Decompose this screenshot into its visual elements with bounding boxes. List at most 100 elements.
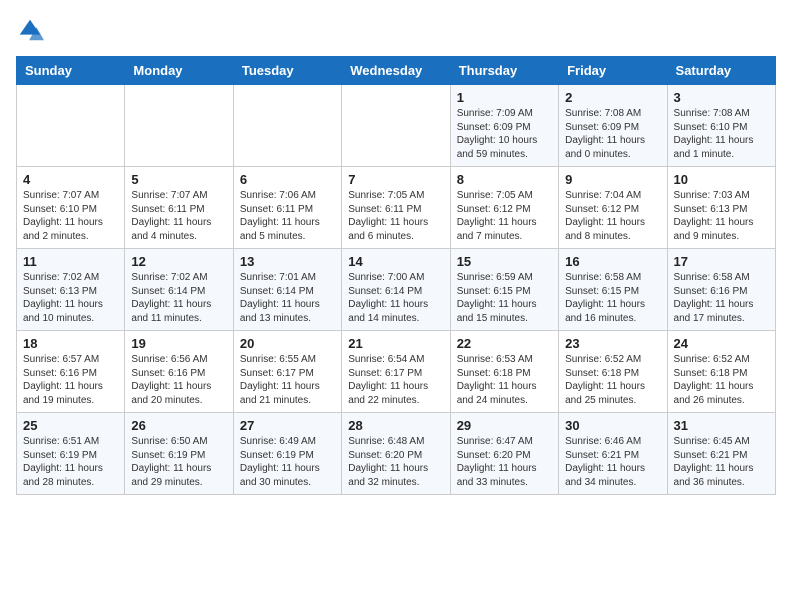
day-number: 15 <box>457 254 552 269</box>
day-number: 19 <box>131 336 226 351</box>
calendar-cell: 3 Sunrise: 7:08 AM Sunset: 6:10 PM Daylig… <box>667 85 775 167</box>
day-detail: Sunrise: 6:58 AM Sunset: 6:16 PM Dayligh… <box>674 271 769 325</box>
day-number: 30 <box>565 418 660 433</box>
day-number: 26 <box>131 418 226 433</box>
calendar-cell: 18 Sunrise: 6:57 AM Sunset: 6:16 PM Dayli… <box>17 331 125 413</box>
day-detail: Sunrise: 6:53 AM Sunset: 6:18 PM Dayligh… <box>457 353 552 407</box>
day-number: 23 <box>565 336 660 351</box>
day-number: 4 <box>23 172 118 187</box>
calendar-cell: 22 Sunrise: 6:53 AM Sunset: 6:18 PM Dayli… <box>450 331 558 413</box>
day-detail: Sunrise: 7:02 AM Sunset: 6:14 PM Dayligh… <box>131 271 226 325</box>
day-detail: Sunrise: 7:07 AM Sunset: 6:11 PM Dayligh… <box>131 189 226 243</box>
calendar-cell: 23 Sunrise: 6:52 AM Sunset: 6:18 PM Dayli… <box>559 331 667 413</box>
day-number: 11 <box>23 254 118 269</box>
day-number: 6 <box>240 172 335 187</box>
day-number: 10 <box>674 172 769 187</box>
day-detail: Sunrise: 6:52 AM Sunset: 6:18 PM Dayligh… <box>565 353 660 407</box>
calendar-cell: 30 Sunrise: 6:46 AM Sunset: 6:21 PM Dayli… <box>559 413 667 495</box>
day-detail: Sunrise: 7:04 AM Sunset: 6:12 PM Dayligh… <box>565 189 660 243</box>
day-detail: Sunrise: 7:03 AM Sunset: 6:13 PM Dayligh… <box>674 189 769 243</box>
day-detail: Sunrise: 7:02 AM Sunset: 6:13 PM Dayligh… <box>23 271 118 325</box>
day-number: 22 <box>457 336 552 351</box>
day-detail: Sunrise: 6:46 AM Sunset: 6:21 PM Dayligh… <box>565 435 660 489</box>
calendar-cell: 2 Sunrise: 7:08 AM Sunset: 6:09 PM Daylig… <box>559 85 667 167</box>
calendar-cell: 7 Sunrise: 7:05 AM Sunset: 6:11 PM Daylig… <box>342 167 450 249</box>
calendar-cell: 10 Sunrise: 7:03 AM Sunset: 6:13 PM Dayli… <box>667 167 775 249</box>
day-detail: Sunrise: 6:58 AM Sunset: 6:15 PM Dayligh… <box>565 271 660 325</box>
day-number: 28 <box>348 418 443 433</box>
calendar-cell: 13Sunrise: 7:01 AM Sunset: 6:14 PM Dayli… <box>233 249 341 331</box>
day-number: 1 <box>457 90 552 105</box>
logo <box>16 16 48 44</box>
calendar-cell: 25 Sunrise: 6:51 AM Sunset: 6:19 PM Dayli… <box>17 413 125 495</box>
day-detail: Sunrise: 6:54 AM Sunset: 6:17 PM Dayligh… <box>348 353 443 407</box>
day-detail: Sunrise: 7:08 AM Sunset: 6:10 PM Dayligh… <box>674 107 769 161</box>
calendar-cell <box>125 85 233 167</box>
day-number: 8 <box>457 172 552 187</box>
day-number: 2 <box>565 90 660 105</box>
day-number: 9 <box>565 172 660 187</box>
day-detail: Sunrise: 6:47 AM Sunset: 6:20 PM Dayligh… <box>457 435 552 489</box>
day-of-week-header: Sunday <box>17 57 125 85</box>
day-of-week-header: Tuesday <box>233 57 341 85</box>
calendar-cell: 16 Sunrise: 6:58 AM Sunset: 6:15 PM Dayli… <box>559 249 667 331</box>
calendar-cell: 4 Sunrise: 7:07 AM Sunset: 6:10 PM Daylig… <box>17 167 125 249</box>
day-number: 3 <box>674 90 769 105</box>
day-detail: Sunrise: 7:09 AM Sunset: 6:09 PM Dayligh… <box>457 107 552 161</box>
day-of-week-header: Friday <box>559 57 667 85</box>
calendar-cell: 1 Sunrise: 7:09 AM Sunset: 6:09 PM Daylig… <box>450 85 558 167</box>
calendar-table: SundayMondayTuesdayWednesdayThursdayFrid… <box>16 56 776 495</box>
calendar-cell: 9 Sunrise: 7:04 AM Sunset: 6:12 PM Daylig… <box>559 167 667 249</box>
calendar-cell: 20 Sunrise: 6:55 AM Sunset: 6:17 PM Dayli… <box>233 331 341 413</box>
day-number: 5 <box>131 172 226 187</box>
calendar-cell: 17 Sunrise: 6:58 AM Sunset: 6:16 PM Dayli… <box>667 249 775 331</box>
calendar-cell: 26 Sunrise: 6:50 AM Sunset: 6:19 PM Dayli… <box>125 413 233 495</box>
day-detail: Sunrise: 6:59 AM Sunset: 6:15 PM Dayligh… <box>457 271 552 325</box>
day-number: 17 <box>674 254 769 269</box>
calendar-week-row: 25 Sunrise: 6:51 AM Sunset: 6:19 PM Dayli… <box>17 413 776 495</box>
logo-icon <box>16 16 44 44</box>
day-number: 20 <box>240 336 335 351</box>
day-detail: Sunrise: 6:50 AM Sunset: 6:19 PM Dayligh… <box>131 435 226 489</box>
calendar-week-row: 18 Sunrise: 6:57 AM Sunset: 6:16 PM Dayli… <box>17 331 776 413</box>
day-detail: Sunrise: 6:48 AM Sunset: 6:20 PM Dayligh… <box>348 435 443 489</box>
day-detail: Sunrise: 6:56 AM Sunset: 6:16 PM Dayligh… <box>131 353 226 407</box>
day-number: 14 <box>348 254 443 269</box>
calendar-cell: 24Sunrise: 6:52 AM Sunset: 6:18 PM Dayli… <box>667 331 775 413</box>
day-detail: Sunrise: 6:57 AM Sunset: 6:16 PM Dayligh… <box>23 353 118 407</box>
calendar-header-row: SundayMondayTuesdayWednesdayThursdayFrid… <box>17 57 776 85</box>
day-of-week-header: Monday <box>125 57 233 85</box>
calendar-cell <box>342 85 450 167</box>
day-of-week-header: Wednesday <box>342 57 450 85</box>
calendar-week-row: 11 Sunrise: 7:02 AM Sunset: 6:13 PM Dayli… <box>17 249 776 331</box>
day-detail: Sunrise: 7:07 AM Sunset: 6:10 PM Dayligh… <box>23 189 118 243</box>
calendar-cell: 31Sunrise: 6:45 AM Sunset: 6:21 PM Dayli… <box>667 413 775 495</box>
day-number: 16 <box>565 254 660 269</box>
day-detail: Sunrise: 6:49 AM Sunset: 6:19 PM Dayligh… <box>240 435 335 489</box>
calendar-cell: 29Sunrise: 6:47 AM Sunset: 6:20 PM Dayli… <box>450 413 558 495</box>
calendar-cell: 19 Sunrise: 6:56 AM Sunset: 6:16 PM Dayli… <box>125 331 233 413</box>
calendar-cell: 14Sunrise: 7:00 AM Sunset: 6:14 PM Dayli… <box>342 249 450 331</box>
calendar-cell <box>17 85 125 167</box>
calendar-cell: 28 Sunrise: 6:48 AM Sunset: 6:20 PM Dayli… <box>342 413 450 495</box>
calendar-cell: 6Sunrise: 7:06 AM Sunset: 6:11 PM Daylig… <box>233 167 341 249</box>
day-number: 21 <box>348 336 443 351</box>
day-number: 7 <box>348 172 443 187</box>
day-detail: Sunrise: 7:05 AM Sunset: 6:11 PM Dayligh… <box>348 189 443 243</box>
day-number: 18 <box>23 336 118 351</box>
day-detail: Sunrise: 7:08 AM Sunset: 6:09 PM Dayligh… <box>565 107 660 161</box>
day-detail: Sunrise: 6:45 AM Sunset: 6:21 PM Dayligh… <box>674 435 769 489</box>
day-detail: Sunrise: 6:52 AM Sunset: 6:18 PM Dayligh… <box>674 353 769 407</box>
day-detail: Sunrise: 6:51 AM Sunset: 6:19 PM Dayligh… <box>23 435 118 489</box>
calendar-cell: 11 Sunrise: 7:02 AM Sunset: 6:13 PM Dayli… <box>17 249 125 331</box>
calendar-week-row: 1 Sunrise: 7:09 AM Sunset: 6:09 PM Daylig… <box>17 85 776 167</box>
page-header <box>16 16 776 44</box>
day-number: 27 <box>240 418 335 433</box>
day-detail: Sunrise: 6:55 AM Sunset: 6:17 PM Dayligh… <box>240 353 335 407</box>
day-of-week-header: Saturday <box>667 57 775 85</box>
calendar-cell: 5 Sunrise: 7:07 AM Sunset: 6:11 PM Daylig… <box>125 167 233 249</box>
calendar-cell: 27 Sunrise: 6:49 AM Sunset: 6:19 PM Dayli… <box>233 413 341 495</box>
day-detail: Sunrise: 7:01 AM Sunset: 6:14 PM Dayligh… <box>240 271 335 325</box>
day-number: 25 <box>23 418 118 433</box>
calendar-cell: 12Sunrise: 7:02 AM Sunset: 6:14 PM Dayli… <box>125 249 233 331</box>
